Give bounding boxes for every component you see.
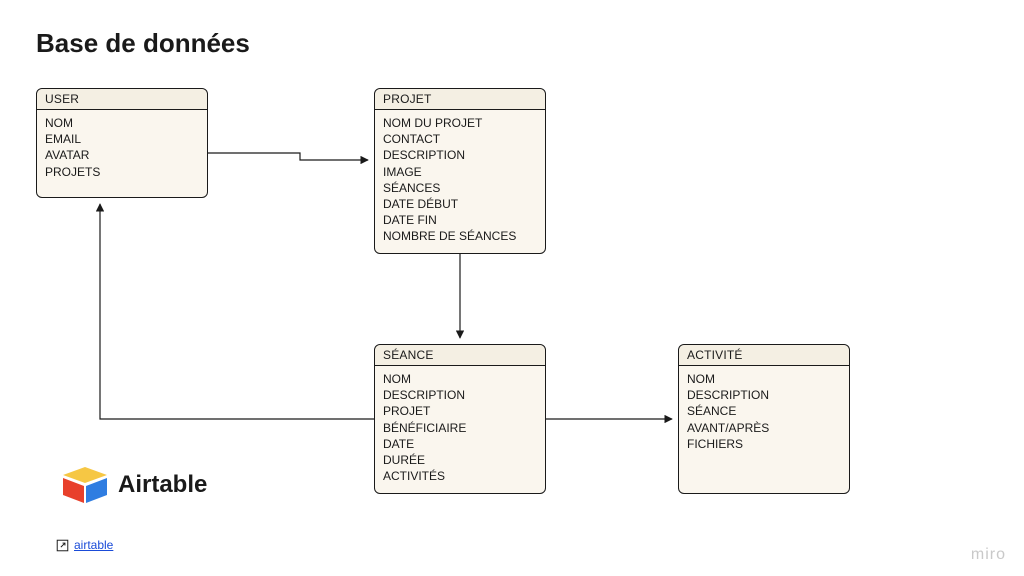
entity-seance[interactable]: SÉANCE NOM DESCRIPTION PROJET BÉNÉFICIAI… [374,344,546,494]
field: NOM [687,371,841,387]
field: CONTACT [383,131,537,147]
field: DESCRIPTION [687,387,841,403]
entity-seance-title: SÉANCE [375,345,545,366]
entity-user-body: NOM EMAIL AVATAR PROJETS [37,110,207,188]
entity-activite-title: ACTIVITÉ [679,345,849,366]
field: DURÉE [383,452,537,468]
arrow-user-to-projet [208,153,368,160]
miro-watermark: miro [971,546,1006,564]
field: NOM [45,115,199,131]
field: DATE [383,436,537,452]
field: SÉANCES [383,180,537,196]
entity-activite-body: NOM DESCRIPTION SÉANCE AVANT/APRÈS FICHI… [679,366,849,460]
field: ACTIVITÉS [383,468,537,484]
field: FICHIERS [687,436,841,452]
entity-user-title: USER [37,89,207,110]
field: AVATAR [45,147,199,163]
airtable-link-text: airtable [74,538,113,552]
field: DESCRIPTION [383,147,537,163]
field: IMAGE [383,164,537,180]
entity-projet-body: NOM DU PROJET CONTACT DESCRIPTION IMAGE … [375,110,545,253]
page-title: Base de données [36,28,250,59]
arrow-seance-to-user [100,204,374,419]
entity-projet[interactable]: PROJET NOM DU PROJET CONTACT DESCRIPTION… [374,88,546,254]
field: DATE FIN [383,212,537,228]
airtable-label: Airtable [118,471,207,499]
field: BÉNÉFICIAIRE [383,420,537,436]
diagram-canvas[interactable]: Base de données USER NOM EMAIL AVATAR PR… [0,0,1024,576]
field: DATE DÉBUT [383,196,537,212]
external-link-icon [56,539,69,552]
field: NOM [383,371,537,387]
field: AVANT/APRÈS [687,420,841,436]
field: EMAIL [45,131,199,147]
field: DESCRIPTION [383,387,537,403]
entity-projet-title: PROJET [375,89,545,110]
field: NOM DU PROJET [383,115,537,131]
airtable-logo-block: Airtable [62,465,207,505]
field: SÉANCE [687,403,841,419]
field: PROJETS [45,164,199,180]
field: NOMBRE DE SÉANCES [383,228,537,244]
entity-user[interactable]: USER NOM EMAIL AVATAR PROJETS [36,88,208,198]
field: PROJET [383,403,537,419]
airtable-link[interactable]: airtable [56,538,113,552]
airtable-icon [62,465,108,505]
entity-activite[interactable]: ACTIVITÉ NOM DESCRIPTION SÉANCE AVANT/AP… [678,344,850,494]
entity-seance-body: NOM DESCRIPTION PROJET BÉNÉFICIAIRE DATE… [375,366,545,492]
